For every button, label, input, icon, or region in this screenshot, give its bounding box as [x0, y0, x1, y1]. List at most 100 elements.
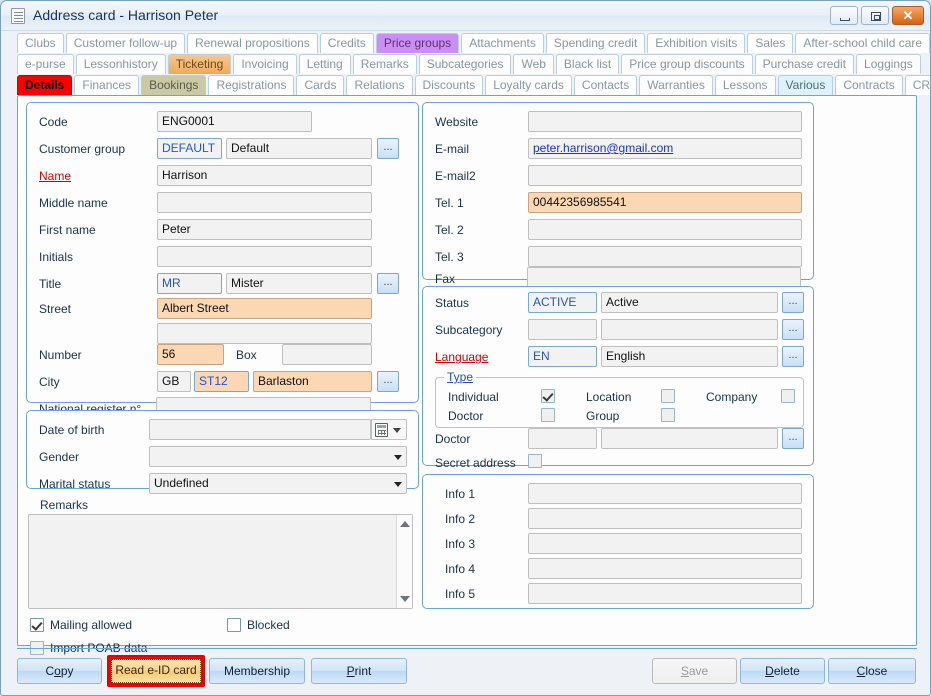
- tab-remarks[interactable]: Remarks: [353, 54, 417, 74]
- country-code-input[interactable]: GB: [157, 371, 191, 392]
- info3-input[interactable]: [528, 533, 802, 554]
- info4-input[interactable]: [528, 558, 802, 579]
- middle-name-input[interactable]: [157, 192, 372, 213]
- email-link[interactable]: peter.harrison@gmail.com: [533, 141, 673, 155]
- number-input[interactable]: 56: [157, 344, 224, 365]
- close-button[interactable]: Close: [828, 658, 916, 684]
- marital-status-select[interactable]: Undefined: [149, 473, 407, 494]
- status-browse-button[interactable]: ...: [782, 292, 804, 313]
- doctor-browse-button[interactable]: ...: [782, 428, 804, 449]
- name-input[interactable]: Harrison: [157, 165, 372, 186]
- type-company-checkbox[interactable]: [781, 389, 795, 403]
- language-browse-button[interactable]: ...: [782, 346, 804, 367]
- tab-attachments[interactable]: Attachments: [461, 33, 544, 53]
- blocked-checkbox[interactable]: [227, 618, 241, 632]
- email2-input[interactable]: [528, 165, 802, 186]
- type-doctor-checkbox[interactable]: [541, 408, 555, 422]
- box-input[interactable]: [282, 344, 372, 365]
- subcategory-name-input[interactable]: [601, 319, 778, 340]
- tab-subcategories[interactable]: Subcategories: [419, 54, 512, 74]
- mailing-allowed-checkbox[interactable]: [30, 618, 44, 632]
- type-group-checkbox[interactable]: [661, 408, 675, 422]
- date-of-birth-input[interactable]: [149, 419, 371, 440]
- doctor-code-input[interactable]: [528, 428, 597, 449]
- remarks-textarea[interactable]: [28, 514, 413, 609]
- customer-group-browse-button[interactable]: ...: [377, 138, 399, 159]
- tab-crm[interactable]: CRM: [905, 75, 931, 95]
- type-location-checkbox[interactable]: [661, 389, 675, 403]
- street-line2-input[interactable]: [157, 323, 372, 344]
- tab-relations[interactable]: Relations: [346, 75, 412, 95]
- tab-purchase-credit[interactable]: Purchase credit: [755, 54, 854, 74]
- doctor-name-input[interactable]: [601, 428, 778, 449]
- title-browse-button[interactable]: ...: [377, 273, 399, 294]
- tab-contacts[interactable]: Contacts: [574, 75, 637, 95]
- subcategory-code-input[interactable]: [528, 319, 597, 340]
- tab-loyalty-cards[interactable]: Loyalty cards: [485, 75, 572, 95]
- city-browse-button[interactable]: ...: [377, 371, 399, 392]
- subcategory-browse-button[interactable]: ...: [782, 319, 804, 340]
- tab-letting[interactable]: Letting: [299, 54, 351, 74]
- tab-loggings[interactable]: Loggings: [856, 54, 921, 74]
- tel3-input[interactable]: [528, 246, 802, 267]
- status-name-input[interactable]: Active: [601, 292, 778, 313]
- tab-spending-credit[interactable]: Spending credit: [546, 33, 645, 53]
- info2-input[interactable]: [528, 508, 802, 529]
- postcode-input[interactable]: ST12: [194, 371, 249, 392]
- tab-e-purse[interactable]: e-purse: [17, 54, 74, 74]
- tab-after-school-child-care[interactable]: After-school child care: [795, 33, 930, 53]
- customer-group-name-input[interactable]: Default: [226, 138, 372, 159]
- title-code-input[interactable]: MR: [157, 273, 222, 294]
- close-window-button[interactable]: ✕: [892, 6, 924, 25]
- tab-sales[interactable]: Sales: [747, 33, 793, 53]
- copy-button[interactable]: Copy: [17, 658, 102, 684]
- customer-group-code-input[interactable]: DEFAULT: [157, 138, 222, 159]
- title-name-input[interactable]: Mister: [226, 273, 372, 294]
- language-code-input[interactable]: EN: [528, 346, 597, 367]
- date-of-birth-calendar-button[interactable]: [371, 419, 407, 440]
- language-name-input[interactable]: English: [601, 346, 778, 367]
- tab-renewal-propositions[interactable]: Renewal propositions: [187, 33, 318, 53]
- scroll-down-icon[interactable]: [400, 596, 410, 602]
- info1-input[interactable]: [528, 483, 802, 504]
- read-eid-card-button[interactable]: Read e-ID card: [111, 659, 201, 683]
- scroll-up-icon[interactable]: [400, 521, 410, 527]
- tab-registrations[interactable]: Registrations: [208, 75, 294, 95]
- tab-customer-follow-up[interactable]: Customer follow-up: [66, 33, 185, 53]
- tel1-input[interactable]: 00442356985541: [528, 192, 802, 213]
- tab-invoicing[interactable]: Invoicing: [233, 54, 296, 74]
- website-input[interactable]: [528, 111, 802, 132]
- initials-input[interactable]: [157, 246, 372, 267]
- tel2-input[interactable]: [528, 219, 802, 240]
- email-input[interactable]: peter.harrison@gmail.com: [528, 138, 802, 159]
- tab-warranties[interactable]: Warranties: [639, 75, 713, 95]
- tab-bookings[interactable]: Bookings: [141, 75, 206, 95]
- save-button[interactable]: Save: [652, 658, 737, 684]
- remarks-scrollbar[interactable]: [396, 515, 412, 608]
- city-input[interactable]: Barlaston: [253, 371, 372, 392]
- tab-discounts[interactable]: Discounts: [415, 75, 484, 95]
- tab-lessons[interactable]: Lessons: [715, 75, 776, 95]
- type-individual-checkbox[interactable]: [541, 389, 555, 403]
- tab-clubs[interactable]: Clubs: [17, 33, 64, 53]
- membership-button[interactable]: Membership: [209, 658, 305, 684]
- delete-button[interactable]: Delete: [740, 658, 825, 684]
- secret-address-checkbox[interactable]: [528, 454, 542, 468]
- tab-price-groups[interactable]: Price groups: [376, 33, 459, 53]
- tab-black-list[interactable]: Black list: [556, 54, 619, 74]
- tab-price-group-discounts[interactable]: Price group discounts: [621, 54, 752, 74]
- tab-details[interactable]: Details: [17, 75, 72, 95]
- tab-finances[interactable]: Finances: [74, 75, 139, 95]
- maximize-button[interactable]: [861, 6, 889, 25]
- tab-contracts[interactable]: Contracts: [835, 75, 902, 95]
- code-input[interactable]: ENG0001: [157, 111, 312, 132]
- tab-ticketing[interactable]: Ticketing: [168, 54, 232, 74]
- tab-lessonhistory[interactable]: Lessonhistory: [76, 54, 166, 74]
- info5-input[interactable]: [528, 583, 802, 604]
- tab-web[interactable]: Web: [513, 54, 553, 74]
- tab-exhibition-visits[interactable]: Exhibition visits: [647, 33, 745, 53]
- fax-input[interactable]: [527, 267, 801, 288]
- tab-credits[interactable]: Credits: [320, 33, 374, 53]
- print-button[interactable]: Print: [311, 658, 407, 684]
- first-name-input[interactable]: Peter: [157, 219, 372, 240]
